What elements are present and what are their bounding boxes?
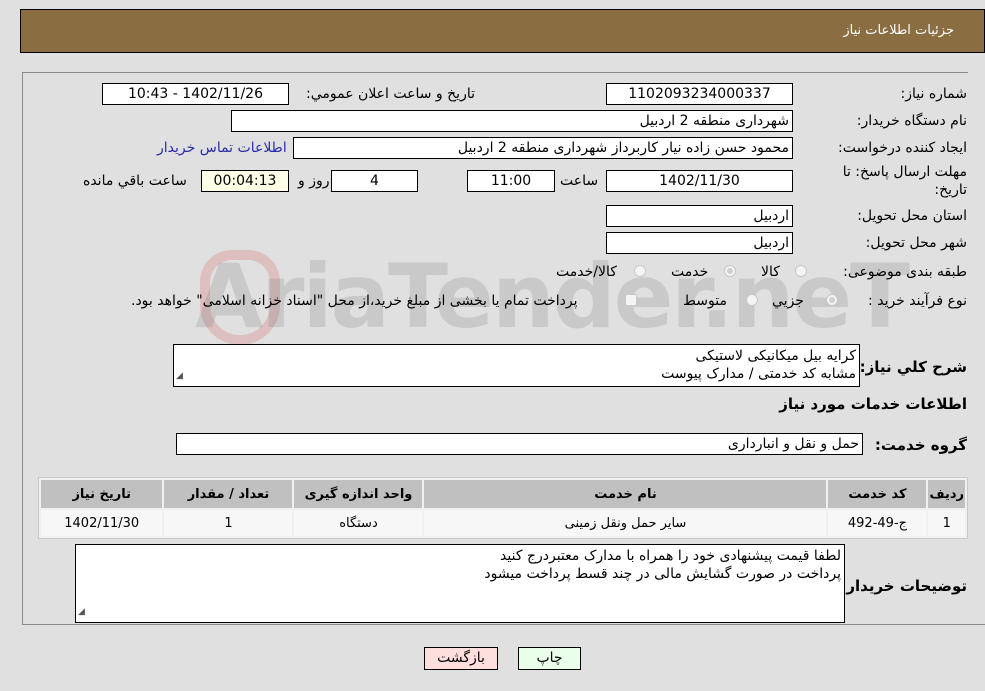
province-field[interactable]: اردبیل: [606, 205, 793, 227]
back-button[interactable]: بازگشت: [424, 647, 498, 670]
deadline-label: مهلت ارسال پاسخ: تا: [842, 164, 967, 180]
buyer-org-field[interactable]: شهرداری منطقه 2 اردبیل: [231, 110, 793, 132]
description-label: شرح کلي نیاز:: [859, 358, 967, 376]
deadline-time-label: ساعت: [560, 173, 599, 189]
col-row-number: ردیف: [928, 480, 965, 508]
service-group-label: گروه خدمت:: [874, 436, 967, 454]
remaining-time-field[interactable]: 00:04:13: [201, 170, 289, 192]
buyer-notes-line-2: پرداخت در صورت گشایش مالی در چند قسط پرد…: [484, 566, 841, 582]
category-radio-goods-service[interactable]: [634, 265, 646, 277]
category-option-goods-service: کالا/خدمت: [556, 264, 617, 280]
cell-quantity: 1: [164, 510, 293, 536]
resize-grip-icon[interactable]: ◢: [176, 367, 183, 385]
city-field[interactable]: اردبیل: [606, 232, 793, 254]
process-radio-medium[interactable]: [746, 294, 758, 306]
cell-unit: دستگاه: [294, 510, 423, 536]
province-label: استان محل تحویل:: [857, 208, 967, 224]
buyer-notes-textarea[interactable]: لطفا قیمت پیشنهادی خود را همراه با مدارک…: [75, 544, 845, 623]
category-radio-service[interactable]: [724, 265, 736, 277]
remaining-time-label: ساعت باقي مانده: [83, 173, 187, 189]
col-service-code: کد خدمت: [828, 480, 927, 508]
panel-divider: [22, 624, 985, 625]
treasury-note: پرداخت تمام یا بخشی از مبلغ خرید،از محل …: [131, 293, 578, 309]
category-option-service: خدمت: [671, 264, 709, 280]
description-line-1: کرایه بیل میکانیکی لاستیکی: [695, 348, 856, 364]
table-header-row: ردیف کد خدمت نام خدمت واحد اندازه گیری ت…: [41, 480, 965, 508]
treasury-checkbox[interactable]: [625, 294, 637, 306]
col-service-name: نام خدمت: [424, 480, 827, 508]
process-radio-minor[interactable]: [826, 294, 838, 306]
services-table: ردیف کد خدمت نام خدمت واحد اندازه گیری ت…: [38, 477, 968, 539]
city-label: شهر محل تحویل:: [865, 235, 967, 251]
deadline-label-date: تاریخ:: [934, 182, 967, 198]
col-quantity: تعداد / مقدار: [164, 480, 293, 508]
need-number-field[interactable]: 1102093234000337: [606, 83, 793, 105]
creator-label: ایجاد کننده درخواست:: [838, 140, 967, 156]
services-section-title: اطلاعات خدمات مورد نیاز: [779, 395, 967, 413]
announce-datetime-field[interactable]: 1402/11/26 - 10:43: [102, 83, 289, 105]
col-need-date: تاریخ نیاز: [41, 480, 163, 508]
buyer-notes-line-1: لطفا قیمت پیشنهادی خود را همراه با مدارک…: [500, 548, 841, 564]
page-title: جزئیات اطلاعات نیاز: [843, 23, 954, 38]
buyer-notes-label: توضیحات خریدار:: [840, 577, 967, 595]
buyer-org-label: نام دستگاه خریدار:: [856, 113, 967, 129]
need-number-label: شماره نیاز:: [900, 86, 968, 102]
cell-need-date: 1402/11/30: [41, 510, 163, 536]
deadline-time-field[interactable]: 11:00: [467, 170, 555, 192]
cell-service-code: ج-49-492: [828, 510, 927, 536]
cell-row-number: 1: [928, 510, 965, 536]
category-label: طبقه بندی موضوعی:: [843, 264, 967, 280]
description-textarea[interactable]: کرایه بیل میکانیکی لاستیکی مشابه کد خدمت…: [173, 344, 860, 387]
service-group-field[interactable]: حمل و نقل و انبارداری: [176, 433, 863, 455]
page-header: جزئیات اطلاعات نیاز: [20, 9, 985, 53]
announce-label: تاریخ و ساعت اعلان عمومي:: [306, 86, 475, 102]
buyer-contact-link[interactable]: اطلاعات تماس خریدار: [157, 140, 287, 156]
category-radio-goods[interactable]: [795, 265, 807, 277]
deadline-date-field[interactable]: 1402/11/30: [606, 170, 793, 192]
category-option-goods: کالا: [761, 264, 780, 280]
print-button[interactable]: چاپ: [518, 647, 581, 670]
resize-grip-icon[interactable]: ◢: [78, 603, 85, 621]
cell-service-name: سایر حمل ونقل زمینی: [424, 510, 827, 536]
days-label: روز و: [298, 173, 330, 189]
process-label: نوع فرآیند خرید :: [868, 293, 967, 309]
process-option-medium: متوسط: [683, 293, 727, 309]
days-remaining-field[interactable]: 4: [331, 170, 418, 192]
description-line-2: مشابه کد خدمتی / مدارک پیوست: [661, 366, 856, 382]
col-unit: واحد اندازه گیری: [294, 480, 423, 508]
creator-field[interactable]: محمود حسن زاده نیار کاربرداز شهرداری منط…: [293, 137, 793, 159]
table-row: 1 ج-49-492 سایر حمل ونقل زمینی دستگاه 1 …: [41, 510, 965, 536]
process-option-minor: جزيي: [772, 293, 804, 309]
